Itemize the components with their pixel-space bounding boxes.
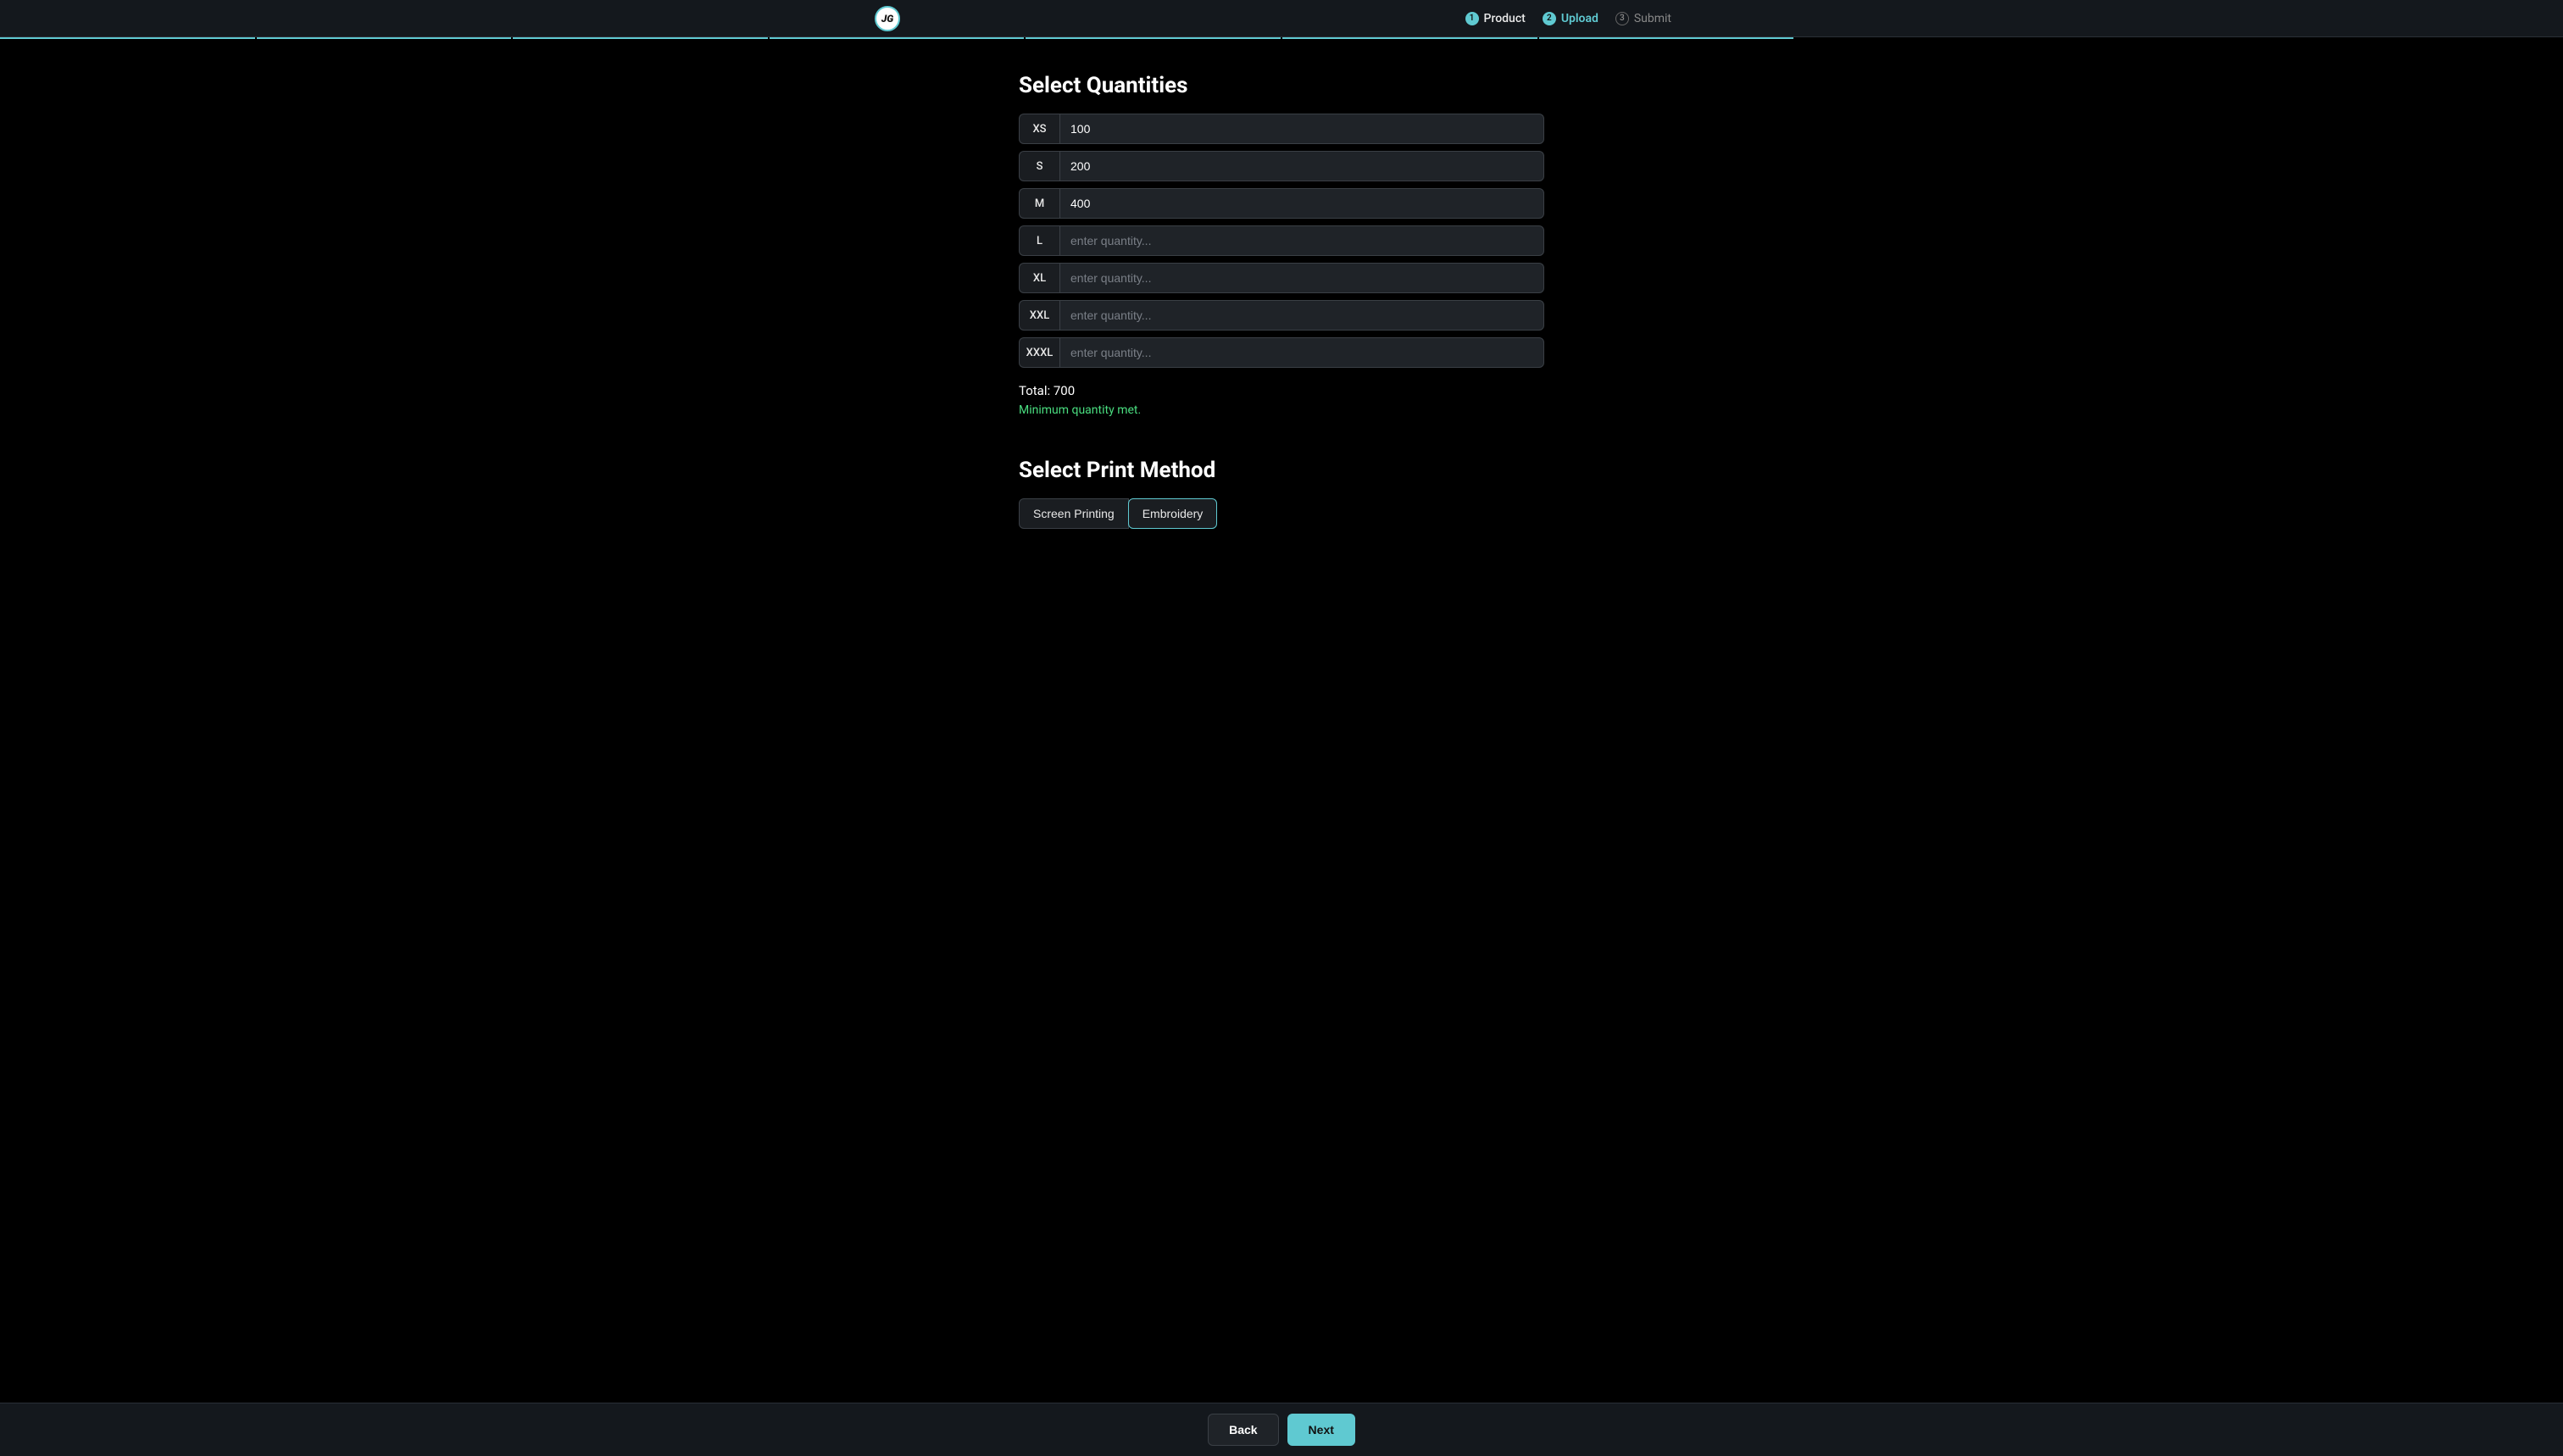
- size-label: XXL: [1019, 300, 1059, 331]
- size-label: XL: [1019, 263, 1059, 293]
- quantity-row-l: L: [1019, 225, 1544, 256]
- quantity-input-xxl[interactable]: [1059, 300, 1544, 331]
- quantities-total: Total: 700: [1019, 383, 1544, 398]
- wizard-footer: Back Next: [0, 1403, 2563, 1456]
- step-badge: 1: [1465, 12, 1479, 25]
- step-product[interactable]: 1 Product: [1465, 12, 1526, 25]
- print-method-embroidery[interactable]: Embroidery: [1128, 498, 1218, 529]
- step-upload[interactable]: 2 Upload: [1543, 12, 1598, 25]
- step-label: Submit: [1634, 12, 1671, 25]
- form-container: Select Quantities XS SML XL XXL XXXL Total: …: [1019, 73, 1544, 529]
- print-method-heading: Select Print Method: [1019, 458, 1544, 483]
- quantity-input-xl[interactable]: [1059, 263, 1544, 293]
- app-header: JG 1 Product 2 Upload 3 Submit: [0, 0, 2563, 37]
- quantity-row-xxl: XXL: [1019, 300, 1544, 331]
- quantity-row-xl: XL: [1019, 263, 1544, 293]
- quantity-input-xs[interactable]: [1059, 114, 1544, 144]
- quantity-row-s: S: [1019, 151, 1544, 181]
- size-label: S: [1019, 151, 1059, 181]
- size-label: XXXL: [1019, 337, 1059, 368]
- step-badge: 2: [1543, 12, 1556, 25]
- step-label: Upload: [1561, 12, 1598, 25]
- print-method-section: Select Print Method Screen PrintingEmbro…: [1019, 458, 1544, 529]
- wizard-stepper: 1 Product 2 Upload 3 Submit: [1465, 12, 1671, 25]
- size-label: XS: [1019, 114, 1059, 144]
- size-label: L: [1019, 225, 1059, 256]
- quantity-input-m[interactable]: [1059, 188, 1544, 219]
- quantity-row-xs: XS: [1019, 114, 1544, 144]
- brand-logo-icon: JG: [875, 6, 900, 31]
- quantity-input-s[interactable]: [1059, 151, 1544, 181]
- next-button[interactable]: Next: [1287, 1414, 1355, 1446]
- print-method-screen-printing[interactable]: Screen Printing: [1019, 498, 1129, 529]
- quantity-row-xxxl: XXXL: [1019, 337, 1544, 368]
- step-badge: 3: [1615, 12, 1629, 25]
- print-method-group: Screen PrintingEmbroidery: [1019, 498, 1544, 529]
- back-button[interactable]: Back: [1208, 1414, 1278, 1446]
- quantity-input-xxxl[interactable]: [1059, 337, 1544, 368]
- main-content: Select Quantities XS SML XL XXL XXXL Total: …: [0, 39, 2563, 1456]
- quantities-list: XS SML XL XXL XXXL: [1019, 114, 1544, 368]
- step-submit[interactable]: 3 Submit: [1615, 12, 1671, 25]
- minimum-quantity-message: Minimum quantity met.: [1019, 403, 1544, 417]
- quantity-row-m: M: [1019, 188, 1544, 219]
- size-label: M: [1019, 188, 1059, 219]
- header-inner: JG 1 Product 2 Upload 3 Submit: [875, 6, 1688, 31]
- step-label: Product: [1484, 12, 1526, 25]
- quantities-heading: Select Quantities: [1019, 73, 1544, 98]
- quantity-input-l[interactable]: [1059, 225, 1544, 256]
